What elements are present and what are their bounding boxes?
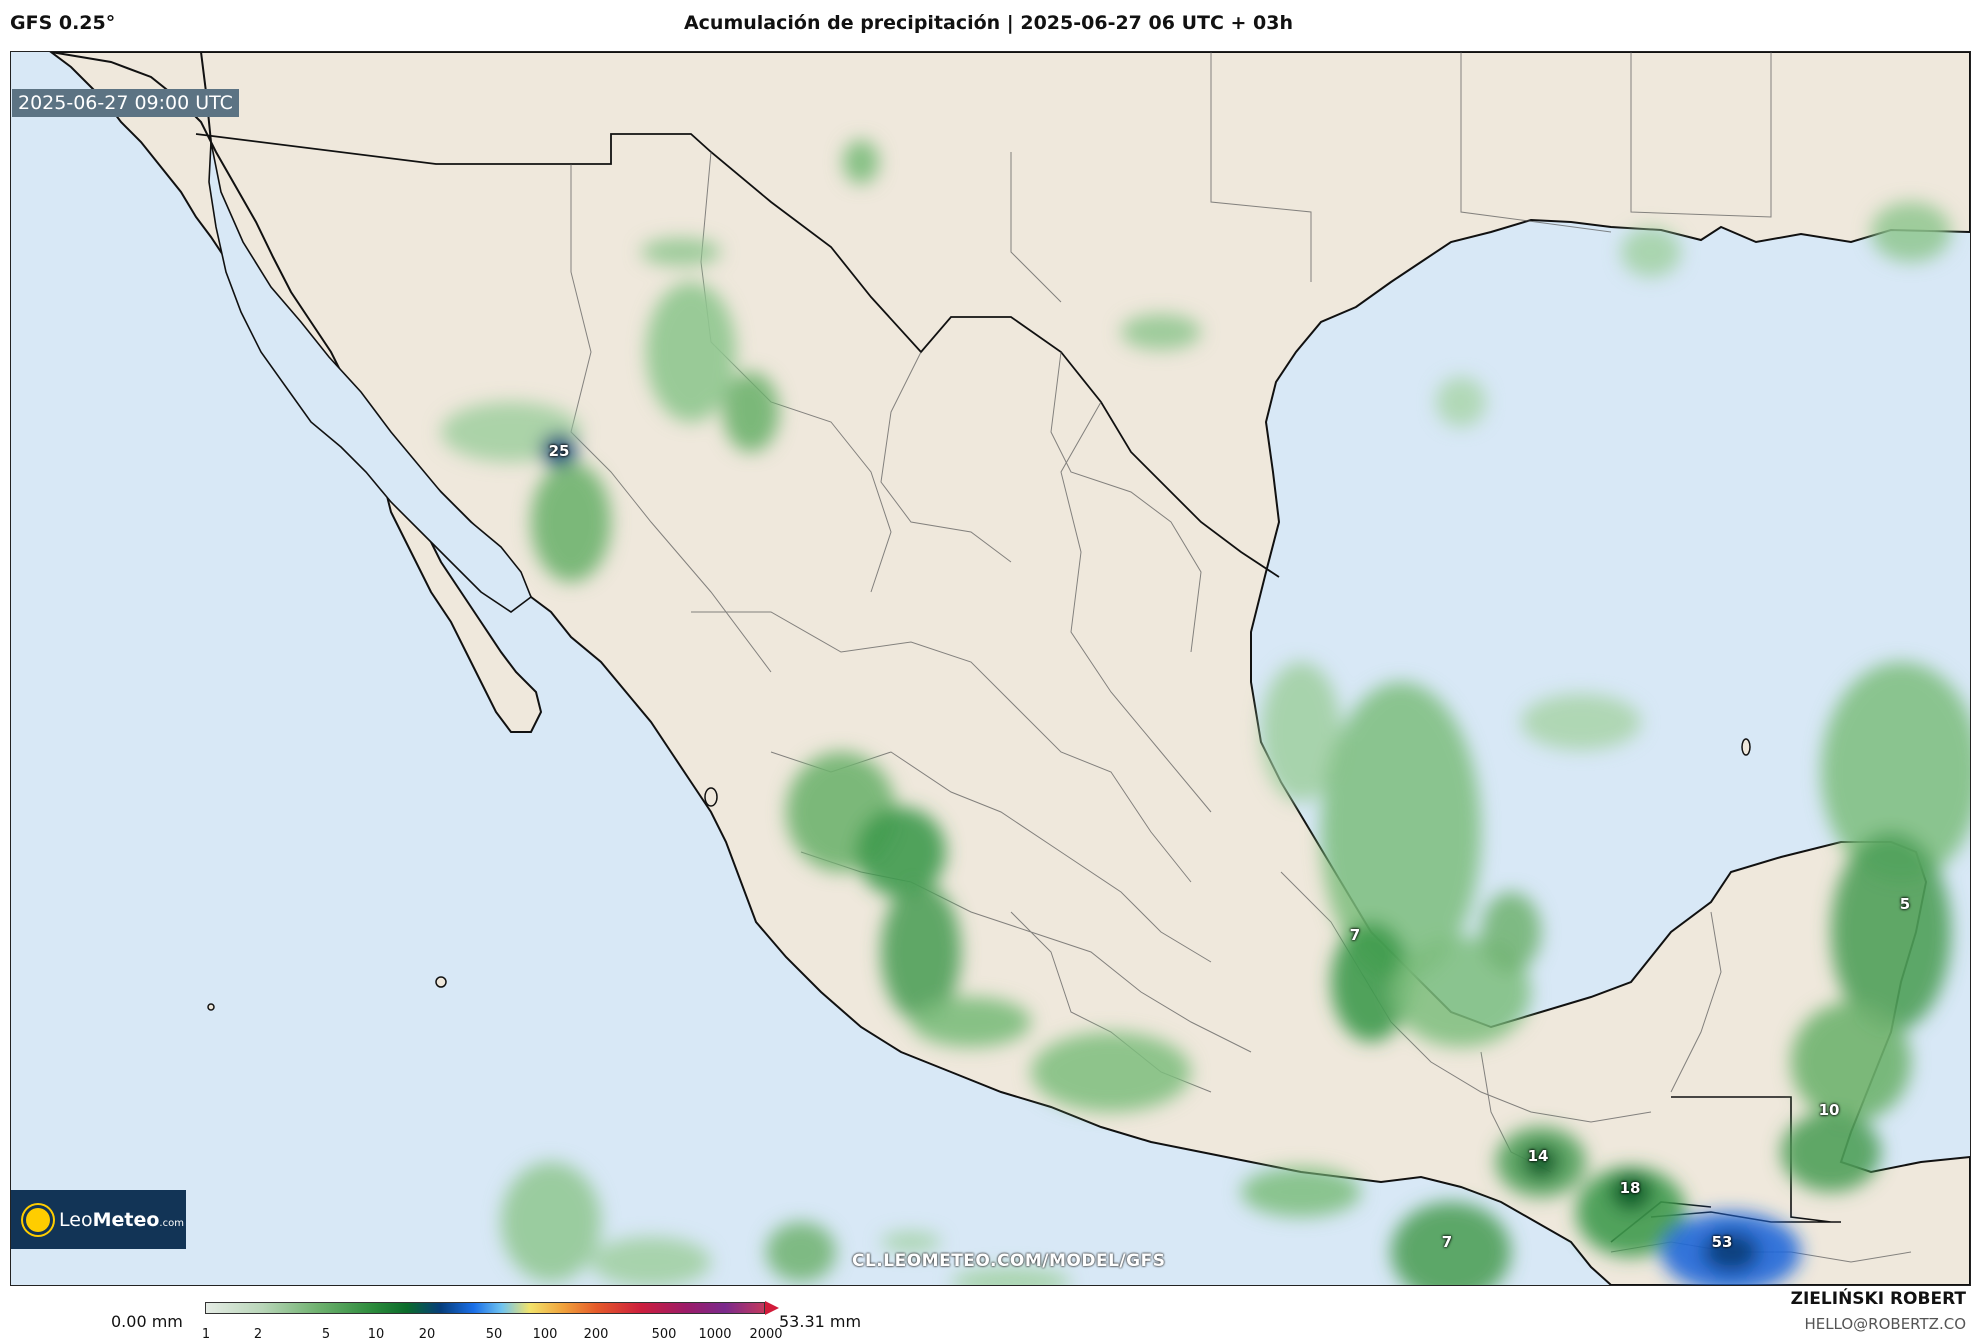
precip-max-label: 25 — [548, 442, 570, 460]
precip-max-label: 7 — [1349, 926, 1361, 944]
precip-max-label: 18 — [1619, 1179, 1641, 1197]
precip-max-label: 5 — [1899, 895, 1911, 913]
precip-max-label: 7 — [1441, 1233, 1453, 1251]
legend-extend-arrow — [765, 1301, 779, 1315]
legend-min-value: 0.00 mm — [111, 1312, 183, 1331]
precipitation-map[interactable] — [10, 51, 1971, 1286]
author-name: ZIELIŃSKI ROBERT — [1790, 1289, 1966, 1309]
precip-max-label: 10 — [1818, 1101, 1840, 1119]
source-url: CL.LEOMETEO.COM/MODEL/GFS — [852, 1251, 1166, 1271]
legend-max-value: 53.31 mm — [779, 1312, 862, 1331]
logo-wordmark: LeoMeteo.com — [59, 1208, 184, 1231]
precip-max-label: 53 — [1711, 1233, 1733, 1251]
legend-colorbar — [205, 1302, 765, 1314]
leometeo-logo[interactable]: LeoMeteo.com — [11, 1190, 186, 1249]
map-canvas — [11, 52, 1970, 1285]
valid-time-badge: 2025-06-27 09:00 UTC — [12, 89, 239, 117]
precip-max-label: 14 — [1527, 1147, 1549, 1165]
map-title: Acumulación de precipitación | 2025-06-2… — [683, 12, 1294, 34]
author-email[interactable]: HELLO@ROBERTZ.CO — [1804, 1315, 1966, 1333]
sun-icon — [26, 1207, 50, 1232]
